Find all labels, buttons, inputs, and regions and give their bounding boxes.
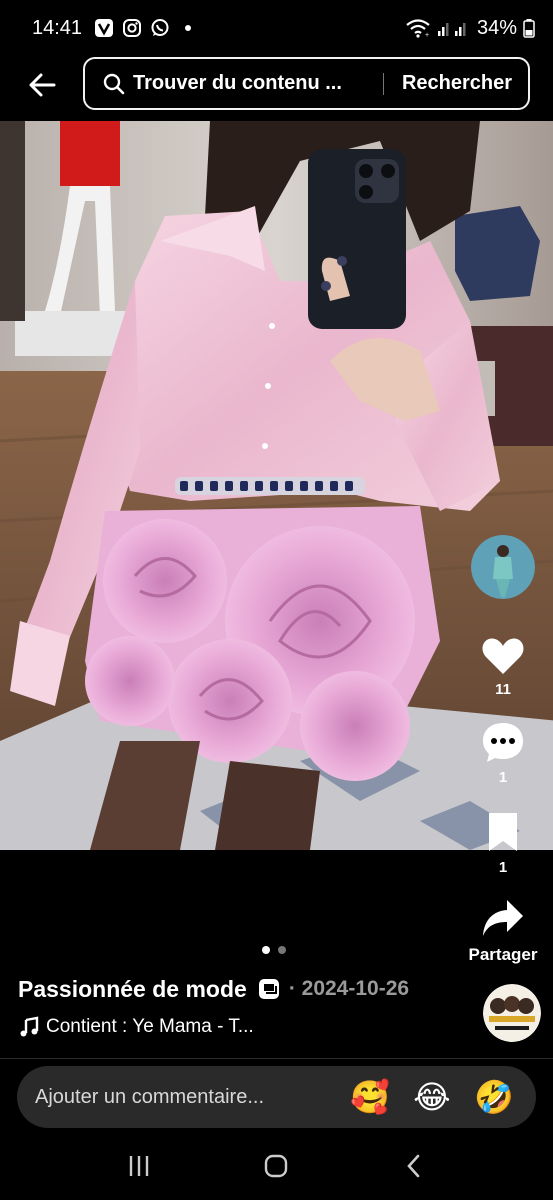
comment-bubble-icon [483,723,523,762]
wifi-icon: + [405,18,431,38]
share-label: Partager [468,945,538,964]
svg-text:+: + [425,32,429,38]
whatsapp-icon [150,18,170,38]
share-button[interactable]: Partager [453,898,553,965]
bookmark-icon [489,813,517,851]
creator-avatar-image [471,535,535,599]
battery-icon [523,18,535,38]
status-left: 14:41 [32,17,198,40]
comment-count: 1 [498,769,508,786]
post-date: · 2024-10-26 [288,977,410,1000]
carousel-dot-active[interactable] [262,946,270,954]
search-input[interactable]: Trouver du contenu ... [133,72,383,95]
emoji-smiling-hearts-button[interactable]: 🥰 [350,1077,390,1117]
bookmark-count: 1 [498,859,508,876]
search-divider [382,72,384,95]
recent-apps-icon [129,1156,149,1176]
bookmark-button[interactable]: 1 [453,810,553,876]
search-icon [103,73,125,95]
emoji-tears-of-joy-button[interactable]: 😂 [412,1077,452,1117]
chevron-left-icon [407,1154,420,1178]
carousel-dots [262,946,286,954]
home-button[interactable] [251,1141,301,1191]
status-bar: 14:41 + 34% [0,0,553,56]
like-button[interactable]: 11 [453,636,553,698]
creator-avatar[interactable] [471,535,535,599]
comment-input[interactable]: Ajouter un commentaire... [35,1086,350,1109]
heart-icon [482,638,524,674]
battery-text: 34% [476,16,517,39]
music-title: Contient : Ye Mama - T... [46,1016,254,1037]
system-back-button[interactable] [389,1141,439,1191]
status-right: + 34% [405,17,535,40]
author-name[interactable]: Passionnée de mode [18,976,247,1003]
notification-dot [178,18,198,38]
instagram-icon [122,18,142,38]
search-header: Trouver du contenu ... Rechercher [0,56,553,114]
search-button[interactable]: Rechercher [402,72,512,95]
signal-icon [437,18,471,38]
search-box[interactable]: Trouver du contenu ... Rechercher [83,57,530,110]
music-disc-image [483,984,541,1042]
status-time: 14:41 [32,16,83,39]
photo-mode-icon [258,979,279,999]
divider [0,1058,553,1059]
home-icon [265,1154,288,1178]
emoji-rolling-laughing-button[interactable]: 🤣 [474,1077,514,1117]
music-disc[interactable] [483,984,541,1042]
vpn-key-icon [94,18,114,38]
back-button[interactable] [0,56,84,114]
comment-button[interactable]: 1 [453,720,553,786]
comment-input-bar[interactable]: Ajouter un commentaire... 🥰 😂 🤣 [17,1066,536,1128]
carousel-dot[interactable] [278,946,286,954]
music-row[interactable]: Contient : Ye Mama - T... [18,1016,254,1038]
music-note-icon [20,1016,39,1037]
recent-apps-button[interactable] [114,1141,164,1191]
share-arrow-icon [483,900,523,936]
system-nav-bar [0,1132,553,1200]
author-row: Passionnée de mode · 2024-10-26 [18,972,409,1006]
like-count: 11 [495,681,511,698]
arrow-left-icon [29,73,56,97]
